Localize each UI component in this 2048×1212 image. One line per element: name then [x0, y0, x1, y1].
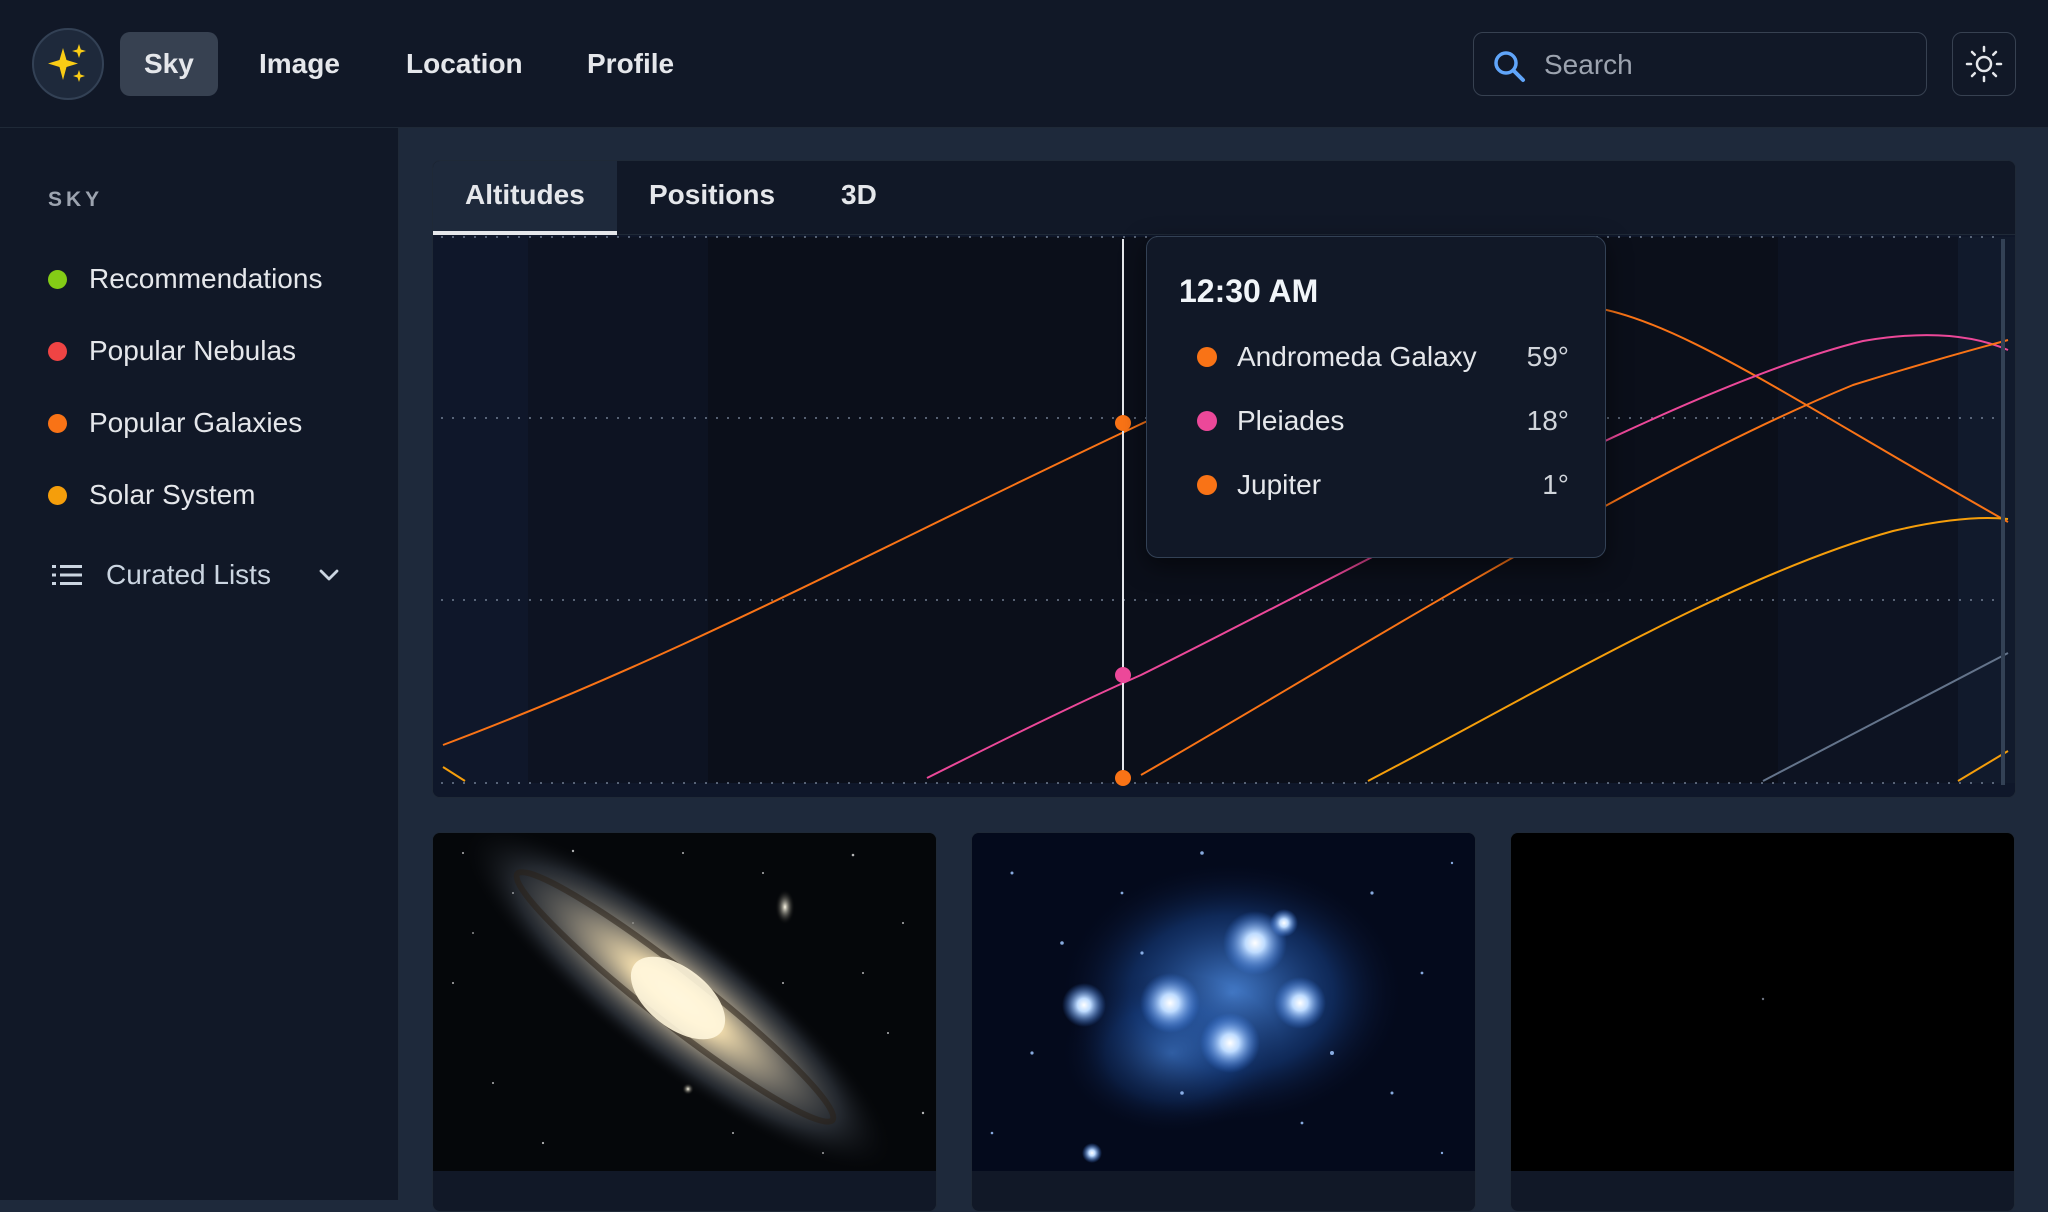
sidebar-item-label: Solar System [89, 479, 256, 510]
sidebar-item-recommendations[interactable]: Recommendations [40, 254, 370, 304]
series-dot-icon [1197, 347, 1217, 367]
nav-sky[interactable]: Sky [120, 32, 218, 96]
tooltip-row-jupiter: Jupiter 1° [1197, 465, 1569, 505]
chart-scrollbar[interactable] [2001, 239, 2005, 785]
tooltip-object-name: Jupiter [1237, 469, 1322, 500]
tooltip-altitude-value: 59° [1526, 341, 1569, 372]
list-icon [52, 565, 82, 585]
andromeda-galaxy-image [433, 833, 936, 1171]
tooltip-altitude-value: 1° [1542, 469, 1569, 500]
sidebar-item-label: Curated Lists [106, 559, 271, 590]
top-navigation-bar: Sky Image Location Profile [0, 0, 2048, 128]
sidebar-item-popular-galaxies[interactable]: Popular Galaxies [40, 398, 370, 448]
sun-icon [1965, 45, 2003, 83]
sidebar-item-popular-nebulas[interactable]: Popular Nebulas [40, 326, 370, 376]
sidebar-item-label: Popular Nebulas [89, 335, 297, 366]
search-icon [1494, 51, 1525, 82]
sidebar: SKY Recommendations Popular Nebulas Popu… [0, 128, 399, 1200]
sidebar-heading: SKY [48, 188, 104, 211]
tooltip-row-andromeda: Andromeda Galaxy 59° [1197, 337, 1569, 377]
chevron-down-icon [319, 569, 339, 581]
sidebar-item-curated-lists[interactable]: Curated Lists [40, 550, 370, 600]
jupiter-marker [1115, 770, 1131, 786]
altitude-tooltip: 12:30 AM Andromeda Galaxy 59° Pleiades 1… [1146, 236, 1606, 558]
search-box [1473, 32, 1927, 96]
series-dot-icon [1197, 475, 1217, 495]
card-pleiades[interactable] [971, 832, 1476, 1212]
sparkles-logo-icon[interactable] [32, 28, 104, 100]
card-blank-sky[interactable] [1510, 832, 2015, 1212]
tooltip-object-name: Pleiades [1237, 405, 1345, 436]
sidebar-item-label: Recommendations [89, 263, 323, 294]
pleiades-image [972, 833, 1475, 1171]
series-dot-icon [1197, 411, 1217, 431]
status-dot-icon [48, 341, 67, 361]
tab-altitudes[interactable]: Altitudes [433, 161, 617, 235]
tooltip-object-name: Andromeda Galaxy [1237, 341, 1477, 372]
pleiades-marker [1115, 667, 1131, 683]
nav-image[interactable]: Image [235, 32, 364, 96]
theme-toggle-button[interactable] [1952, 32, 2016, 96]
tooltip-row-pleiades: Pleiades 18° [1197, 401, 1569, 441]
nav-profile[interactable]: Profile [563, 32, 698, 96]
status-dot-icon [48, 269, 67, 289]
blank-sky-image [1511, 833, 2014, 1171]
card-andromeda-galaxy[interactable] [432, 832, 937, 1212]
sidebar-item-solar-system[interactable]: Solar System [40, 470, 370, 520]
andromeda-galaxy-marker [1115, 415, 1131, 431]
status-dot-icon [48, 413, 67, 433]
view-tabs: Altitudes Positions 3D [433, 161, 2015, 235]
sidebar-item-label: Popular Galaxies [89, 407, 303, 438]
search-input[interactable] [1544, 41, 1904, 89]
tooltip-altitude-value: 18° [1526, 405, 1569, 436]
tooltip-time: 12:30 AM [1179, 273, 1319, 309]
status-dot-icon [48, 485, 67, 505]
nav-location[interactable]: Location [382, 32, 547, 96]
tab-3d[interactable]: 3D [809, 161, 909, 235]
tab-positions[interactable]: Positions [617, 161, 807, 235]
